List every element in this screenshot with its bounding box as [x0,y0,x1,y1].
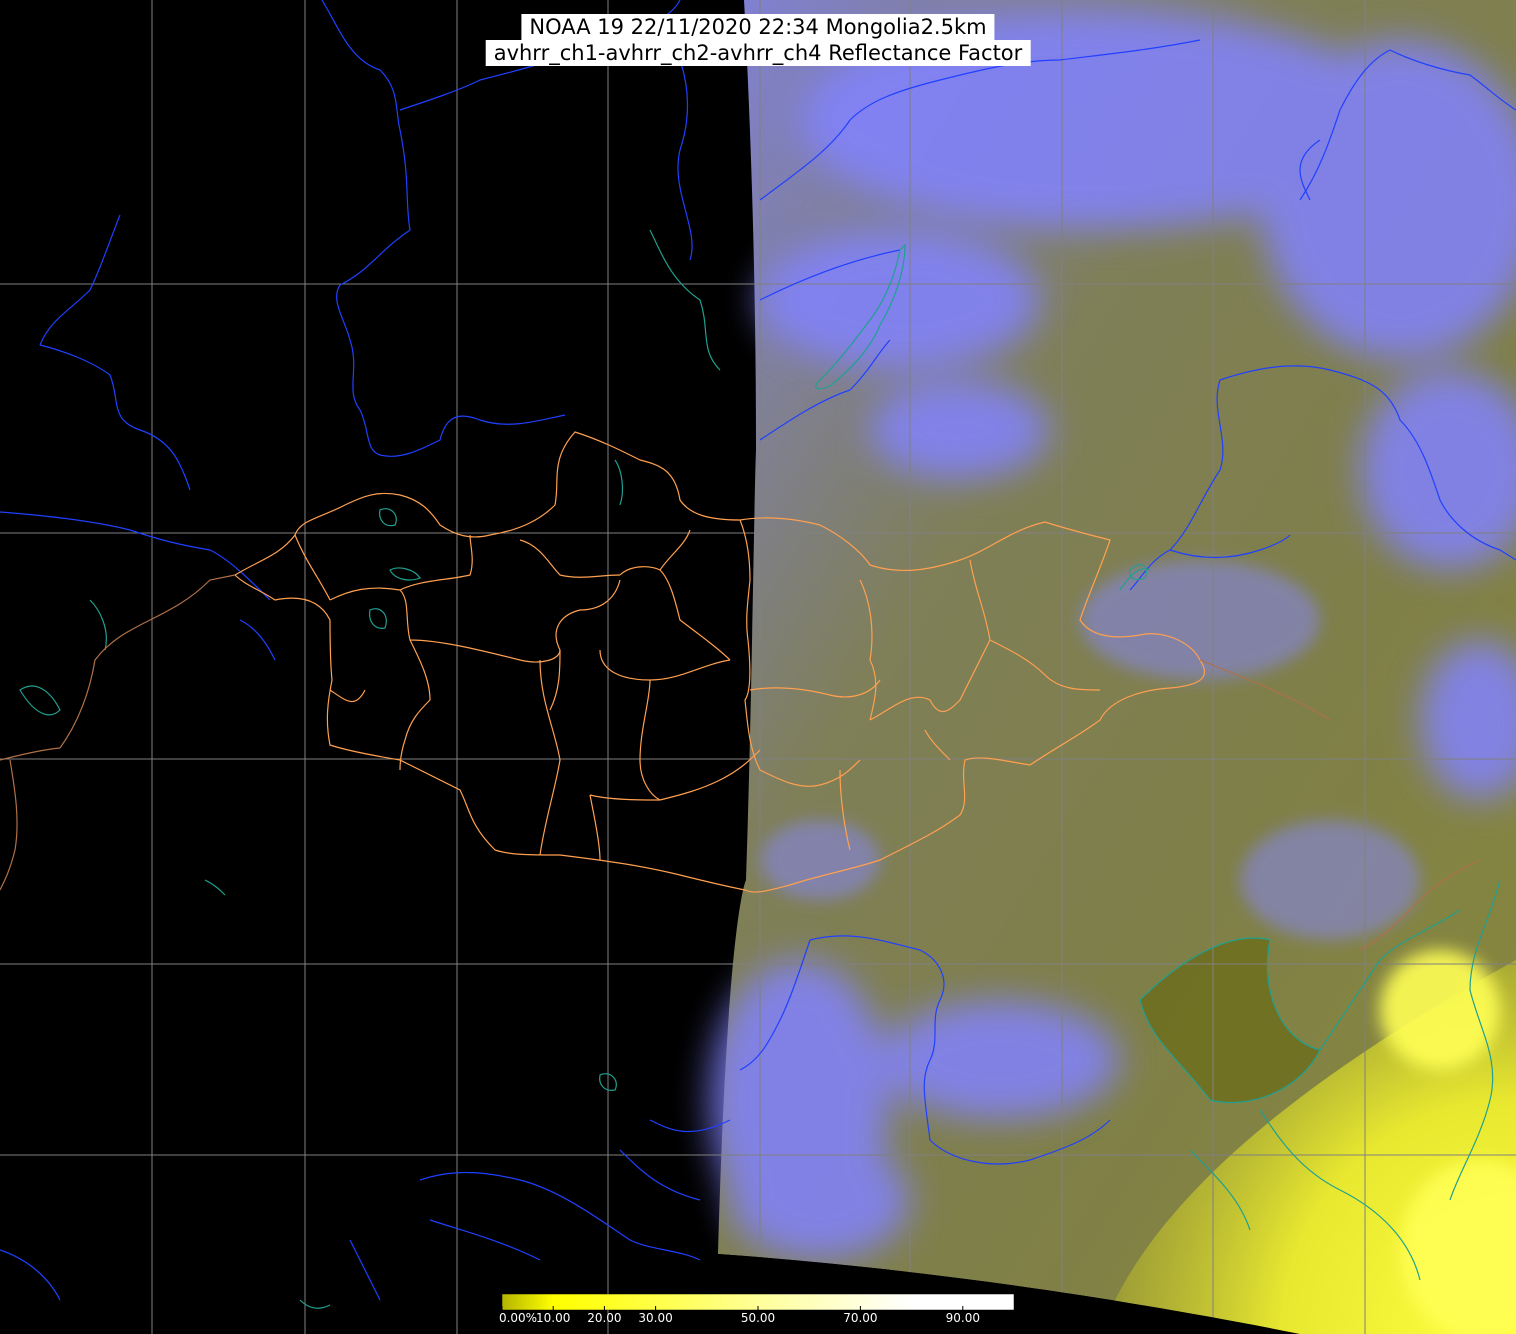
satellite-image [0,0,1516,1334]
title-line-1: NOAA 19 22/11/2020 22:34 Mongolia2.5km [521,14,995,40]
colorbar-tick-label: 10.00 [536,1311,571,1325]
colorbar-tick-labels: 0.00% 10.00 20.00 30.00 50.00 70.00 90.00 [498,1311,1014,1331]
colorbar-tick-label: 20.00 [587,1311,622,1325]
colorbar [502,1294,1014,1310]
colorbar-tick-label: 30.00 [638,1311,673,1325]
satellite-swath [710,0,1516,1334]
colorbar-tick-label: 50.00 [740,1311,776,1325]
satellite-map-view: NOAA 19 22/11/2020 22:34 Mongolia2.5km a… [0,0,1516,1334]
colorbar-tick-label: 90.00 [945,1311,980,1325]
title-line-2: avhrr_ch1-avhrr_ch2-avhrr_ch4 Reflectanc… [485,40,1031,66]
colorbar-tick-label: 70.00 [843,1311,878,1325]
colorbar-tick-label: 0.00% [498,1311,538,1325]
